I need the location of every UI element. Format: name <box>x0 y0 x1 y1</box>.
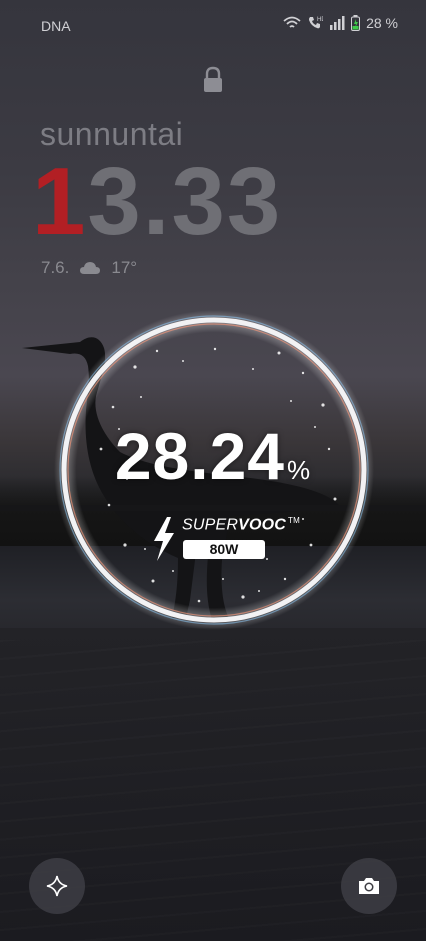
carrier-label: DNA <box>41 18 71 34</box>
status-bar: DNA HD 28 % <box>0 0 426 50</box>
sparkle-icon <box>46 875 68 897</box>
supervooc-badge: SUPERVOOC TM 80W <box>152 515 300 565</box>
wifi-icon <box>283 16 301 28</box>
battery-charging-icon <box>351 15 361 31</box>
signal-icon <box>330 16 345 30</box>
temperature-label: 17° <box>111 258 138 277</box>
brand-tm: TM <box>288 516 300 525</box>
camera-shortcut-button[interactable] <box>341 858 397 914</box>
clock[interactable]: 13.33 <box>32 154 282 250</box>
lock-icon[interactable] <box>202 66 224 94</box>
battery-percent: 28 % <box>366 15 398 31</box>
clock-rest: 3.33 <box>87 148 283 255</box>
wattage-badge: 80W <box>183 540 265 559</box>
cloud-icon <box>80 262 101 274</box>
date-weather-row[interactable]: 7.6. 17° <box>41 258 137 278</box>
charge-percent: 28.24% <box>0 418 426 494</box>
date-label: 7.6. <box>41 258 70 277</box>
charge-unit: % <box>287 455 312 485</box>
status-icons: HD 28 % <box>283 15 398 31</box>
camera-icon <box>359 878 379 894</box>
brand-vooc: VOOC <box>238 516 287 534</box>
call-icon: HD <box>309 17 323 29</box>
lightning-icon <box>154 517 174 561</box>
brand-super: SUPER <box>182 516 239 534</box>
svg-text:HD: HD <box>317 17 323 23</box>
clock-hour-first-digit: 1 <box>32 148 88 255</box>
supervooc-logo: SUPERVOOC TM <box>182 516 300 534</box>
charge-level: 28.24 <box>114 419 286 493</box>
assistant-shortcut-button[interactable] <box>29 858 85 914</box>
